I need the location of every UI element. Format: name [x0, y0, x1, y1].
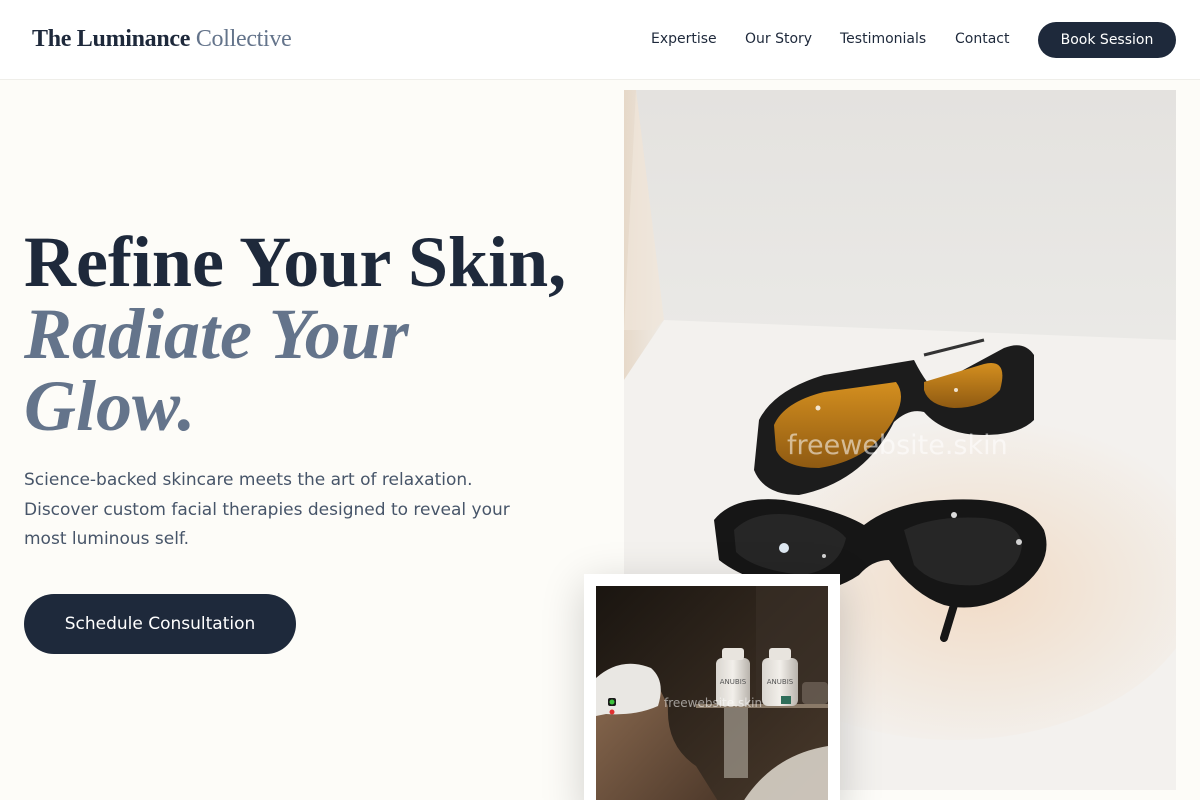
treatment-illustration: ANUBIS ANUBIS: [596, 586, 828, 800]
schedule-consultation-button[interactable]: Schedule Consultation: [24, 594, 296, 654]
book-session-button[interactable]: Book Session: [1038, 22, 1176, 58]
hero-headline-line-2: Radiate Your Glow.: [24, 294, 409, 446]
hero-description: Science-backed skincare meets the art of…: [24, 470, 510, 549]
bottle-label-1: ANUBIS: [720, 678, 747, 686]
inset-image-watermark: freewebsite.skin: [664, 696, 763, 710]
brand-logo[interactable]: The Luminance Collective: [32, 26, 292, 53]
nav-link-our-story[interactable]: Our Story: [745, 31, 812, 47]
nav-link-testimonials[interactable]: Testimonials: [840, 31, 926, 47]
nav-link-expertise[interactable]: Expertise: [651, 31, 717, 47]
bottle-label-2: ANUBIS: [767, 678, 794, 686]
logo-primary-text: The Luminance: [32, 26, 191, 52]
hero-headline: Refine Your Skin, Radiate Your Glow.: [24, 226, 584, 442]
inset-image-treatment: ANUBIS ANUBIS freewebsite.skin: [596, 586, 828, 800]
logo-secondary-text: Collective: [195, 26, 292, 52]
site-header: The Luminance Collective Expertise Our S…: [0, 0, 1200, 80]
hero-headline-line-1: Refine Your Skin,: [24, 222, 567, 302]
main-image-watermark: freewebsite.skin: [787, 430, 1008, 461]
nav-link-contact[interactable]: Contact: [955, 31, 1009, 47]
inset-image-card: ANUBIS ANUBIS freewebsite.skin: [584, 574, 840, 800]
